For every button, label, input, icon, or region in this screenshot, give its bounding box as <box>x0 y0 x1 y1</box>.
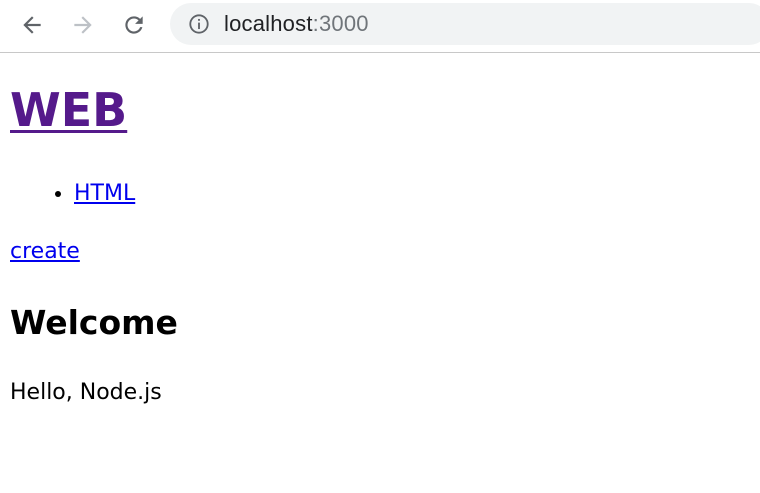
url-port: :3000 <box>312 11 369 36</box>
forward-button[interactable] <box>66 8 100 42</box>
topic-link-html[interactable]: HTML <box>74 181 135 206</box>
page-description: Hello, Node.js <box>10 380 162 405</box>
browser-toolbar: localhost:3000 <box>0 0 760 53</box>
url-host: localhost <box>224 11 313 36</box>
site-title: WEB <box>10 83 127 138</box>
arrow-left-icon <box>23 16 41 34</box>
page-heading: Welcome <box>10 303 178 342</box>
reload-icon <box>125 16 143 34</box>
list-item: HTML <box>74 181 135 207</box>
address-bar[interactable]: localhost:3000 <box>170 3 760 45</box>
create-link[interactable]: create <box>10 239 80 265</box>
arrow-right-icon <box>74 16 92 34</box>
site-title-link[interactable]: WEB <box>10 83 127 137</box>
address-text[interactable]: localhost:3000 <box>224 11 369 37</box>
reload-button[interactable] <box>117 8 151 42</box>
back-button[interactable] <box>15 8 49 42</box>
topic-list: HTML <box>10 181 135 207</box>
info-icon[interactable] <box>187 12 211 36</box>
